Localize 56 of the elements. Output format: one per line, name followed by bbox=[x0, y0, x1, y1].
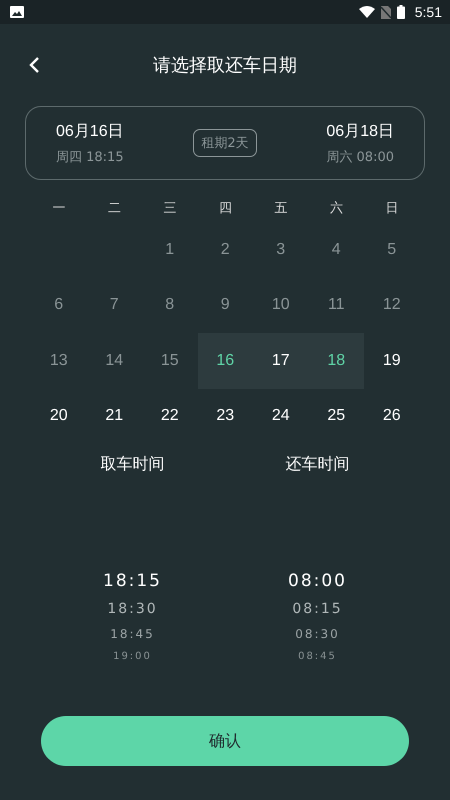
picker-title: 取车时间 bbox=[100, 454, 164, 475]
calendar-day[interactable]: 11 bbox=[324, 292, 349, 318]
return-time: 周六 08:00 bbox=[326, 148, 394, 166]
calendar-day[interactable]: 4 bbox=[328, 236, 345, 263]
calendar-day[interactable]: 5 bbox=[383, 236, 400, 263]
calendar-day[interactable]: 13 bbox=[46, 348, 72, 374]
calendar-day[interactable]: 2 bbox=[216, 236, 234, 263]
page-title: 请选择取还车日期 bbox=[153, 54, 297, 77]
battery-icon bbox=[396, 5, 405, 19]
calendar-day[interactable]: 8 bbox=[161, 292, 178, 318]
picker-title: 还车时间 bbox=[286, 454, 350, 475]
calendar-day[interactable]: 22 bbox=[156, 403, 183, 430]
calendar-day[interactable]: 12 bbox=[378, 292, 405, 318]
back-icon bbox=[28, 56, 40, 74]
pickup-date: 06月16日 bbox=[56, 122, 124, 142]
duration-badge: 租期2天 bbox=[193, 129, 257, 157]
calendar-day[interactable]: 17 bbox=[268, 348, 294, 374]
wifi-icon bbox=[358, 6, 375, 18]
weekday-label: 五 bbox=[273, 200, 288, 218]
calendar-day[interactable]: 20 bbox=[46, 403, 72, 430]
calendar-day[interactable]: 10 bbox=[268, 292, 294, 318]
calendar-day[interactable]: 7 bbox=[106, 292, 123, 318]
confirm-button[interactable]: 确认 bbox=[41, 716, 409, 766]
calendar-day[interactable]: 21 bbox=[101, 403, 128, 430]
calendar-day[interactable]: 9 bbox=[216, 292, 234, 318]
time-option[interactable]: 19:00 bbox=[113, 651, 152, 662]
time-option[interactable]: 08:15 bbox=[292, 601, 343, 617]
weekday-label: 二 bbox=[106, 200, 122, 218]
no-sim-icon bbox=[380, 6, 391, 18]
calendar-day[interactable]: 23 bbox=[212, 403, 238, 430]
pickup-time: 周四 18:15 bbox=[56, 148, 124, 166]
calendar-day[interactable]: 24 bbox=[268, 403, 294, 430]
weekday-label: 日 bbox=[384, 200, 400, 218]
return-date: 06月18日 bbox=[326, 122, 394, 142]
image-icon bbox=[10, 6, 24, 18]
calendar-day[interactable]: 25 bbox=[323, 403, 350, 430]
weekday-label: 一 bbox=[51, 200, 66, 218]
calendar-day[interactable]: 26 bbox=[378, 403, 405, 430]
time-option[interactable]: 18:45 bbox=[110, 627, 155, 641]
calendar-day[interactable]: 1 bbox=[161, 236, 178, 263]
time-option[interactable]: 18:30 bbox=[107, 601, 158, 617]
time-option[interactable]: 18:15 bbox=[103, 571, 162, 591]
weekday-label: 六 bbox=[328, 200, 344, 218]
weekday-label: 四 bbox=[218, 200, 233, 218]
calendar-day[interactable]: 19 bbox=[378, 348, 405, 374]
calendar-day[interactable]: 16 bbox=[212, 348, 238, 374]
weekday-label: 三 bbox=[162, 200, 178, 218]
clock-time: 5:51 bbox=[414, 4, 442, 20]
calendar-day[interactable]: 15 bbox=[156, 348, 183, 374]
calendar-day[interactable]: 6 bbox=[50, 292, 68, 318]
time-option[interactable]: 08:30 bbox=[295, 627, 340, 641]
calendar-day[interactable]: 18 bbox=[323, 348, 350, 374]
calendar-day[interactable]: 14 bbox=[101, 348, 128, 374]
time-option[interactable]: 08:45 bbox=[298, 651, 337, 662]
calendar-day[interactable]: 3 bbox=[272, 236, 290, 263]
time-option[interactable]: 08:00 bbox=[288, 571, 347, 591]
